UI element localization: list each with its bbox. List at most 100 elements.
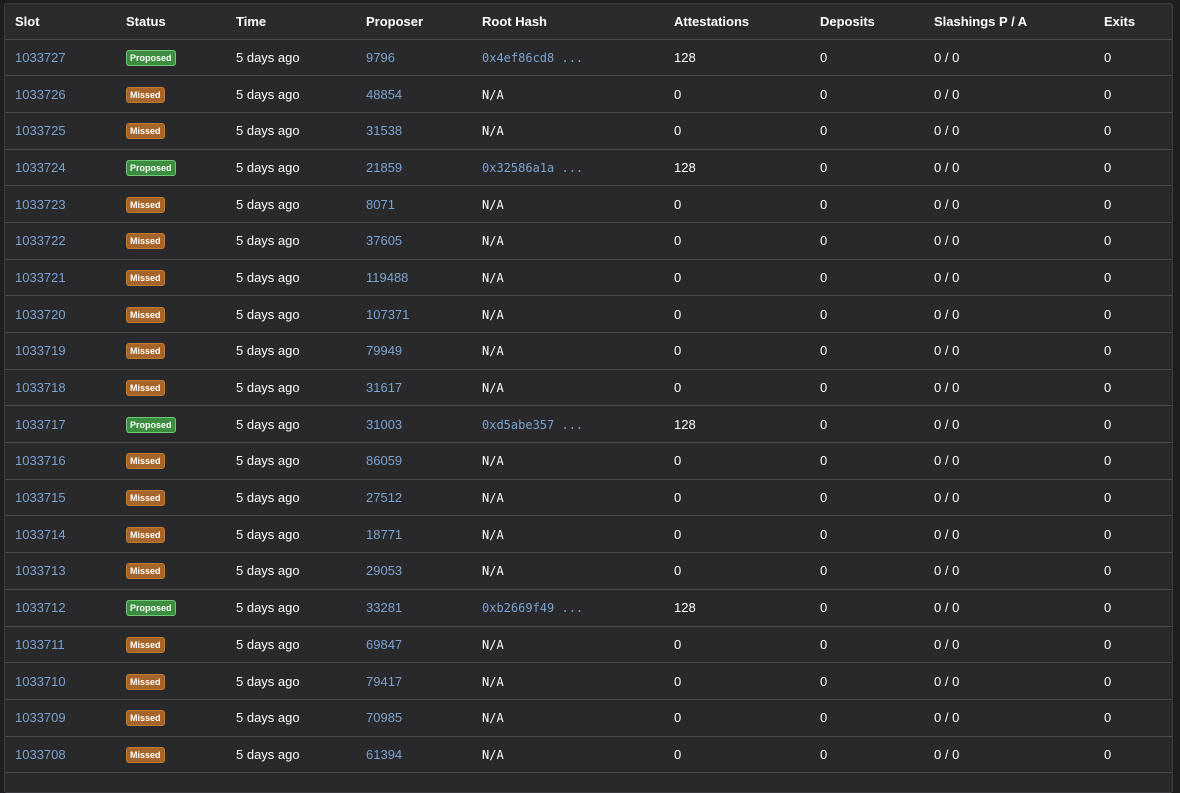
proposer-link[interactable]: 79949 [366, 343, 402, 358]
exits-cell: 0 [1104, 49, 1112, 65]
status-cell: Missed [116, 663, 226, 700]
proposer-link[interactable]: 29053 [366, 563, 402, 578]
proposer-link[interactable]: 27512 [366, 490, 402, 505]
deposits-cell: 0 [820, 600, 828, 616]
proposer-link[interactable]: 21859 [366, 160, 402, 175]
slot-cell: 1033715 [5, 479, 116, 516]
time-cell: 5 days ago [236, 49, 300, 65]
root-hash-cell: N/A [472, 553, 664, 590]
root-hash-link[interactable]: 0xb2669f49 ... [482, 601, 583, 615]
time-cell: 5 days ago [236, 416, 300, 432]
proposer-link[interactable]: 79417 [366, 674, 402, 689]
blocks-table: Slot Status Time Proposer Root Hash Atte… [5, 4, 1172, 773]
slot-link[interactable]: 1033708 [15, 747, 66, 762]
header-exits[interactable]: Exits [1094, 4, 1172, 40]
slot-link[interactable]: 1033713 [15, 563, 66, 578]
deposits-cell: 0 [820, 673, 828, 689]
status-cell: Missed [116, 443, 226, 480]
root-hash-cell: N/A [472, 443, 664, 480]
header-slot[interactable]: Slot [5, 4, 116, 40]
root-hash-link[interactable]: 0xd5abe357 ... [482, 418, 583, 432]
proposer-link[interactable]: 61394 [366, 747, 402, 762]
attestations-cell: 128 [674, 600, 696, 616]
status-cell: Missed [116, 699, 226, 736]
slot-cell: 1033722 [5, 222, 116, 259]
proposer-link[interactable]: 8071 [366, 197, 395, 212]
proposer-link[interactable]: 9796 [366, 50, 395, 65]
slot-link[interactable]: 1033723 [15, 197, 66, 212]
slot-cell: 1033716 [5, 443, 116, 480]
proposer-link[interactable]: 107371 [366, 307, 409, 322]
slashings-cell: 0 / 0 [934, 123, 960, 139]
proposer-link[interactable]: 31003 [366, 417, 402, 432]
proposer-link[interactable]: 33281 [366, 600, 402, 615]
slot-link[interactable]: 1033724 [15, 160, 66, 175]
slashings-cell: 0 / 0 [934, 343, 960, 359]
slot-link[interactable]: 1033710 [15, 674, 66, 689]
slot-link[interactable]: 1033715 [15, 490, 66, 505]
root-hash-link[interactable]: 0x4ef86cd8 ... [482, 51, 583, 65]
time-cell: 5 days ago [236, 269, 300, 285]
proposer-cell: 27512 [356, 479, 472, 516]
slot-link[interactable]: 1033719 [15, 343, 66, 358]
table-row: 1033712 Proposed 5 days ago 33281 0xb266… [5, 589, 1172, 626]
exits-cell: 0 [1104, 416, 1112, 432]
proposer-link[interactable]: 31538 [366, 123, 402, 138]
slashings-cell: 0 / 0 [934, 746, 960, 762]
header-time[interactable]: Time [226, 4, 356, 40]
proposer-link[interactable]: 70985 [366, 710, 402, 725]
exits-cell: 0 [1104, 86, 1112, 102]
proposer-link[interactable]: 31617 [366, 380, 402, 395]
root-hash-cell: N/A [472, 699, 664, 736]
exits-cell: 0 [1104, 159, 1112, 175]
table-row: 1033714 Missed 5 days ago 18771 N/A 0 0 … [5, 516, 1172, 553]
slot-link[interactable]: 1033718 [15, 380, 66, 395]
status-badge: Missed [126, 746, 165, 763]
header-slashings[interactable]: Slashings P / A [924, 4, 1094, 40]
slot-link[interactable]: 1033709 [15, 710, 66, 725]
deposits-cell: 0 [820, 490, 828, 506]
slot-link[interactable]: 1033716 [15, 453, 66, 468]
slot-link[interactable]: 1033725 [15, 123, 66, 138]
table-body: 1033727 Proposed 5 days ago 9796 0x4ef86… [5, 39, 1172, 773]
slot-link[interactable]: 1033711 [15, 637, 65, 652]
status-cell: Missed [116, 479, 226, 516]
attestations-cell: 0 [674, 306, 682, 322]
proposer-link[interactable]: 18771 [366, 527, 402, 542]
root-hash-value: N/A [482, 454, 504, 469]
slot-link[interactable]: 1033722 [15, 233, 66, 248]
header-root-hash[interactable]: Root Hash [472, 4, 664, 40]
slashings-cell: 0 / 0 [934, 673, 960, 689]
proposer-link[interactable]: 86059 [366, 453, 402, 468]
slot-link[interactable]: 1033721 [15, 270, 66, 285]
slot-link[interactable]: 1033720 [15, 307, 66, 322]
root-hash-value: N/A [482, 197, 504, 212]
header-deposits[interactable]: Deposits [810, 4, 924, 40]
root-hash-cell: 0x4ef86cd8 ... [472, 39, 664, 76]
proposer-link[interactable]: 119488 [366, 270, 408, 285]
time-cell: 5 days ago [236, 526, 300, 542]
slot-link[interactable]: 1033727 [15, 50, 66, 65]
slot-cell: 1033708 [5, 736, 116, 773]
status-badge: Proposed [126, 600, 176, 617]
proposer-link[interactable]: 48854 [366, 87, 402, 102]
slot-link[interactable]: 1033714 [15, 527, 66, 542]
root-hash-cell: N/A [472, 259, 664, 296]
header-attestations[interactable]: Attestations [664, 4, 810, 40]
status-badge: Proposed [126, 49, 176, 66]
slot-link[interactable]: 1033726 [15, 87, 66, 102]
header-proposer[interactable]: Proposer [356, 4, 472, 40]
time-cell: 5 days ago [236, 563, 300, 579]
proposer-cell: 8071 [356, 186, 472, 223]
slot-link[interactable]: 1033717 [15, 417, 66, 432]
header-status[interactable]: Status [116, 4, 226, 40]
root-hash-link[interactable]: 0x32586a1a ... [482, 161, 583, 175]
proposer-cell: 70985 [356, 699, 472, 736]
proposer-cell: 37605 [356, 222, 472, 259]
exits-cell: 0 [1104, 526, 1112, 542]
status-cell: Missed [116, 296, 226, 333]
proposer-cell: 61394 [356, 736, 472, 773]
proposer-link[interactable]: 69847 [366, 637, 402, 652]
proposer-link[interactable]: 37605 [366, 233, 402, 248]
slot-link[interactable]: 1033712 [15, 600, 66, 615]
